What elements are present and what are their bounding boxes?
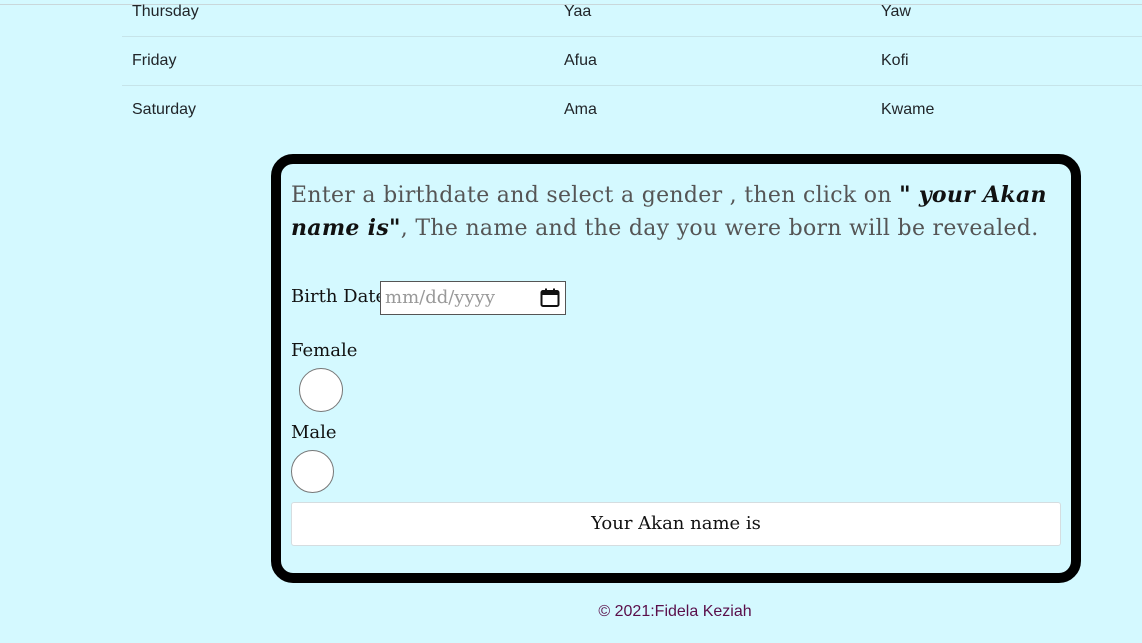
female-name-cell: Afua: [554, 36, 871, 86]
table-row: Friday Afua Kofi: [122, 36, 1142, 86]
footer-copyright: © 2021:Fidela Keziah: [598, 603, 752, 620]
birth-date-label: Birth Date: [291, 286, 387, 307]
male-radio[interactable]: [291, 450, 334, 493]
instructions-text-end: , The name and the day you were born wil…: [400, 216, 1039, 241]
calendar-icon[interactable]: [540, 288, 560, 308]
table-row: Saturday Ama Kwame: [122, 86, 1142, 135]
female-name-cell: Ama: [564, 101, 597, 118]
male-name-cell: Kofi: [871, 36, 1142, 86]
table-row: Thursday Yaa Yaw: [122, 0, 1142, 37]
female-radio[interactable]: [299, 368, 343, 412]
male-label: Male: [291, 422, 337, 443]
day-cell: Saturday: [132, 101, 197, 118]
birth-date-placeholder: mm/dd/yyyy: [385, 287, 495, 308]
instructions-text: Enter a birthdate and select a gender , …: [291, 183, 900, 208]
akan-name-form: Enter a birthdate and select a gender , …: [271, 154, 1081, 583]
male-name-cell: Yaw: [871, 0, 1142, 37]
day-cell: Friday: [122, 36, 554, 86]
birth-date-input[interactable]: mm/dd/yyyy: [380, 281, 566, 315]
male-name-cell: Kwame: [881, 101, 935, 118]
female-label: Female: [291, 340, 358, 361]
akan-name-submit-button[interactable]: Your Akan name is: [291, 502, 1061, 546]
form-instructions: Enter a birthdate and select a gender , …: [291, 179, 1061, 245]
akan-names-table: Thursday Yaa Yaw Friday Afua Kofi Saturd…: [122, 0, 1142, 134]
female-name-cell: Yaa: [554, 0, 871, 37]
day-cell: Thursday: [122, 0, 554, 37]
